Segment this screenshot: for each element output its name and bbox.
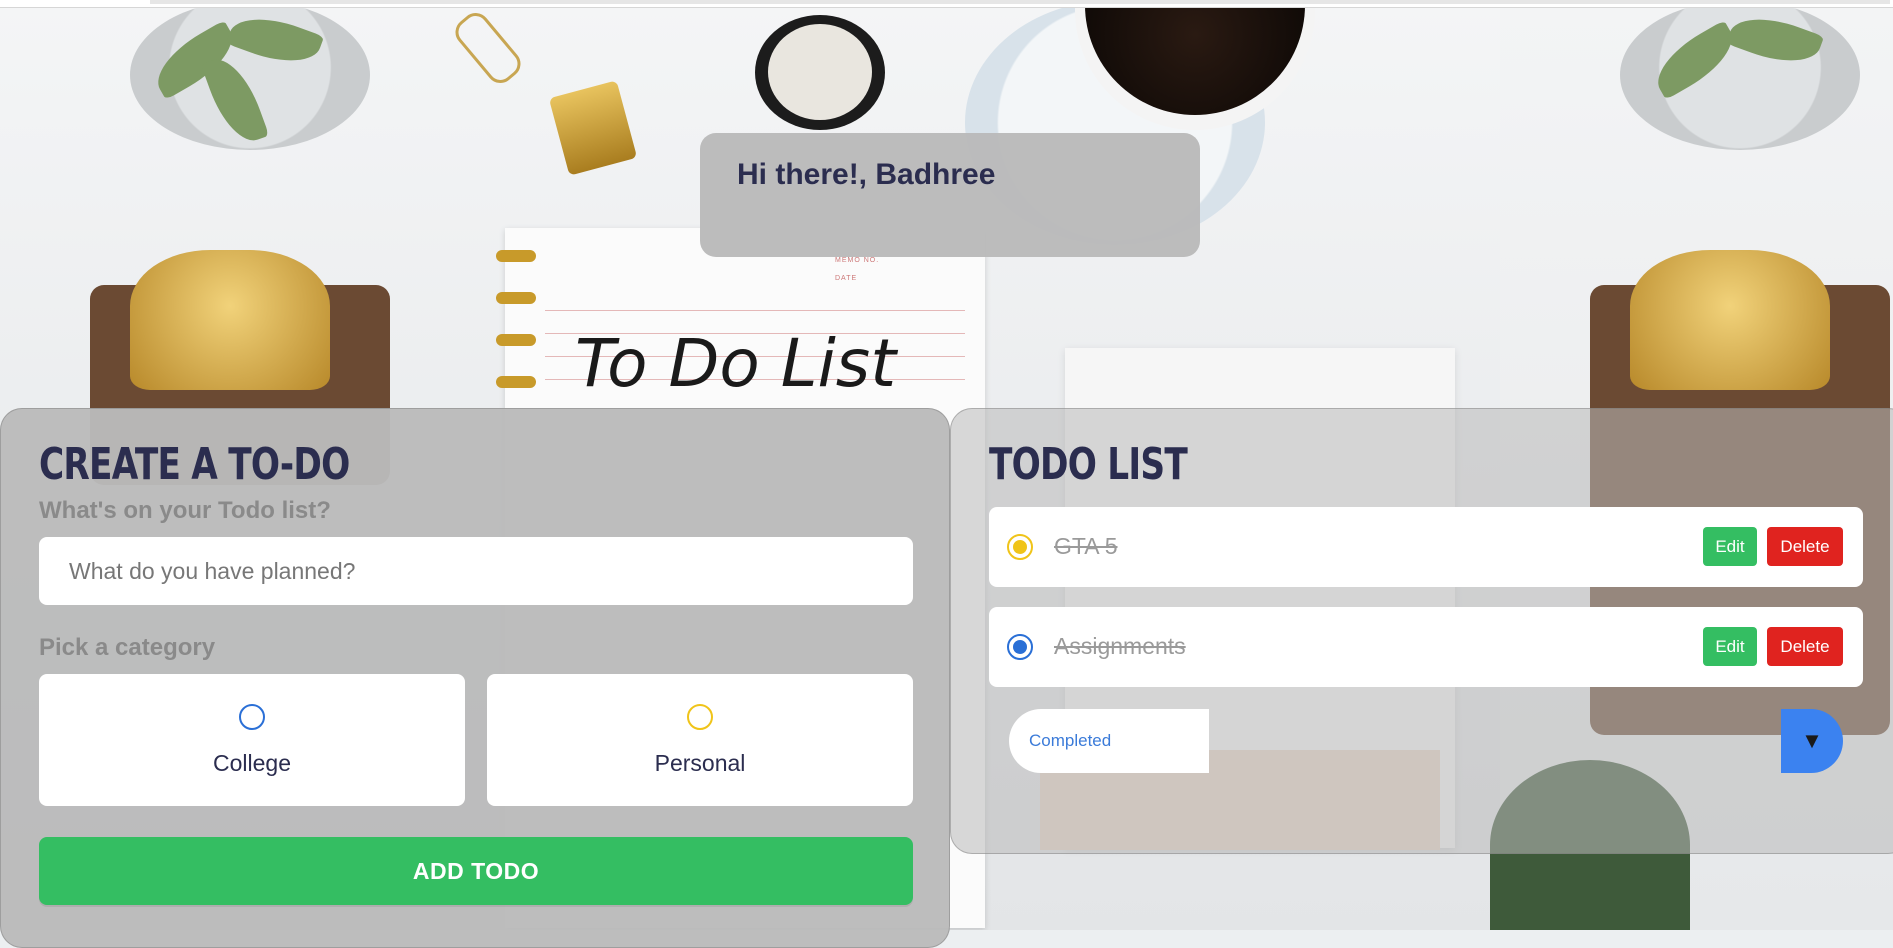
notebook-title: To Do List	[575, 325, 897, 402]
filter-dropdown-icon[interactable]: ▼	[1781, 709, 1843, 773]
category-option-college[interactable]: College	[39, 674, 465, 806]
todo-list-title: TODO LIST	[989, 439, 1188, 490]
add-todo-button[interactable]: ADD TODO	[39, 837, 913, 905]
notebook-ring	[496, 292, 536, 304]
filter-selected-value: Completed	[1029, 731, 1112, 750]
greeting-text: Hi there!, Badhree	[737, 158, 996, 191]
top-border	[0, 0, 1893, 8]
memo-label: MEMO NO.	[835, 257, 880, 264]
category-option-personal[interactable]: Personal	[487, 674, 913, 806]
category-label: Pick a category	[39, 634, 216, 661]
clock-face	[768, 24, 872, 120]
notebook-ring	[496, 250, 536, 262]
paperclip	[449, 7, 527, 89]
college-radio-icon[interactable]	[239, 704, 265, 730]
todo-item-text: GTA 5	[1054, 533, 1118, 559]
notebook-ring	[496, 376, 536, 388]
create-todo-panel: CREATE A TO-DO What's on your Todo list?…	[0, 408, 950, 948]
personal-radio-icon[interactable]	[687, 704, 713, 730]
category-option-label: College	[213, 750, 291, 776]
create-todo-title: CREATE A TO-DO	[39, 439, 350, 490]
todo-question-label: What's on your Todo list?	[39, 497, 331, 524]
date-label: DATE	[835, 275, 858, 282]
clipboard-clip	[1630, 250, 1830, 390]
edit-todo-button[interactable]: Edit	[1703, 527, 1757, 566]
todo-done-checkbox-icon[interactable]	[1007, 634, 1033, 660]
todo-input[interactable]	[39, 537, 913, 605]
todo-item: Assignments Edit Delete	[989, 607, 1863, 687]
todo-list-panel: TODO LIST GTA 5 Edit Delete Assignments …	[950, 408, 1893, 854]
delete-todo-button[interactable]: Delete	[1767, 527, 1843, 566]
todo-item: GTA 5 Edit Delete	[989, 507, 1863, 587]
todo-done-checkbox-icon[interactable]	[1007, 534, 1033, 560]
edit-todo-button[interactable]: Edit	[1703, 627, 1757, 666]
clipboard-clip	[130, 250, 330, 390]
filter-select[interactable]: Completed	[1009, 709, 1209, 773]
category-option-label: Personal	[654, 750, 746, 776]
delete-todo-button[interactable]: Delete	[1767, 627, 1843, 666]
binder-clip	[548, 80, 638, 176]
todo-item-text: Assignments	[1054, 633, 1186, 659]
greeting-card: Hi there!, Badhree	[700, 133, 1200, 257]
notebook-ring	[496, 334, 536, 346]
